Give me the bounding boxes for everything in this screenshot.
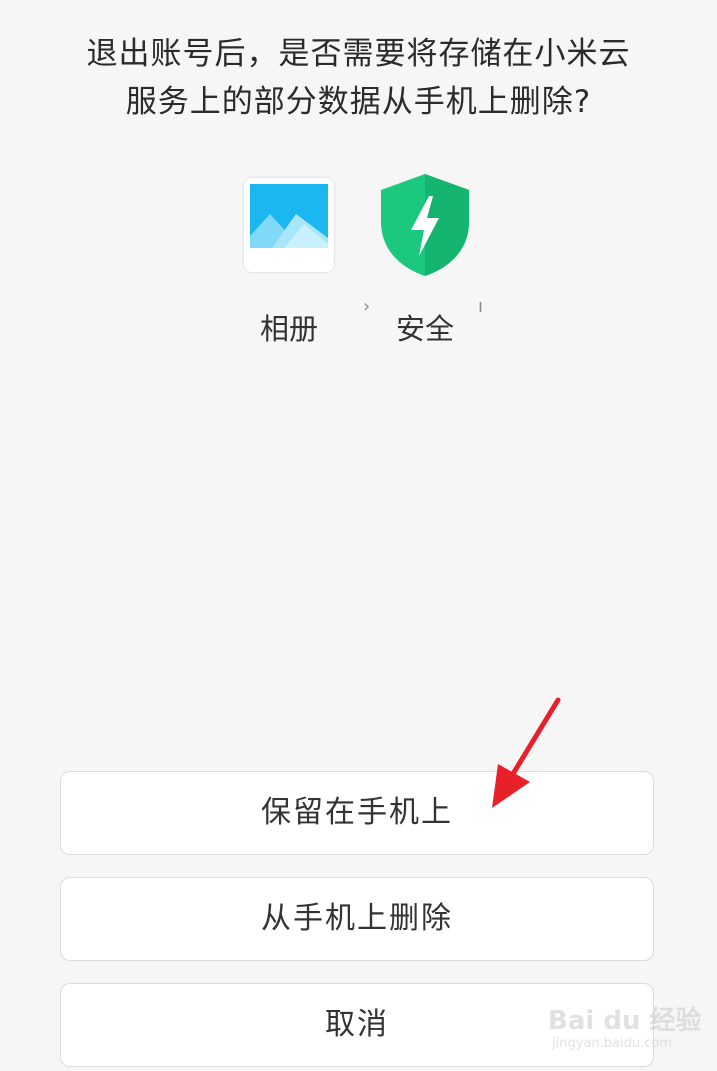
- baidu-jingyan-watermark: Bai du 经验 jingyan.baidu.com: [548, 1000, 708, 1060]
- delete-from-phone-button[interactable]: 从手机上删除: [60, 877, 654, 961]
- app-label-gallery: 相册: [259, 312, 318, 346]
- watermark-url: jingyan.baidu.com: [552, 1036, 672, 1051]
- red-annotation-arrow-icon: [492, 697, 561, 808]
- gallery-icon: [244, 178, 334, 272]
- prompt-text-line-1: 退出账号后，是否需要将存储在小米云: [86, 36, 631, 72]
- prompt-text-line-2: 服务上的部分数据从手机上删除?: [125, 84, 592, 120]
- watermark-brand: Bai du 经验: [548, 1006, 702, 1036]
- security-shield-icon: [377, 172, 473, 278]
- app-label-security: 安全: [395, 312, 454, 346]
- separator-glyph-2: ı: [478, 296, 484, 317]
- logout-dialog-screen: 退出账号后，是否需要将存储在小米云 服务上的部分数据从手机上删除? 相册 › 安…: [0, 0, 717, 1071]
